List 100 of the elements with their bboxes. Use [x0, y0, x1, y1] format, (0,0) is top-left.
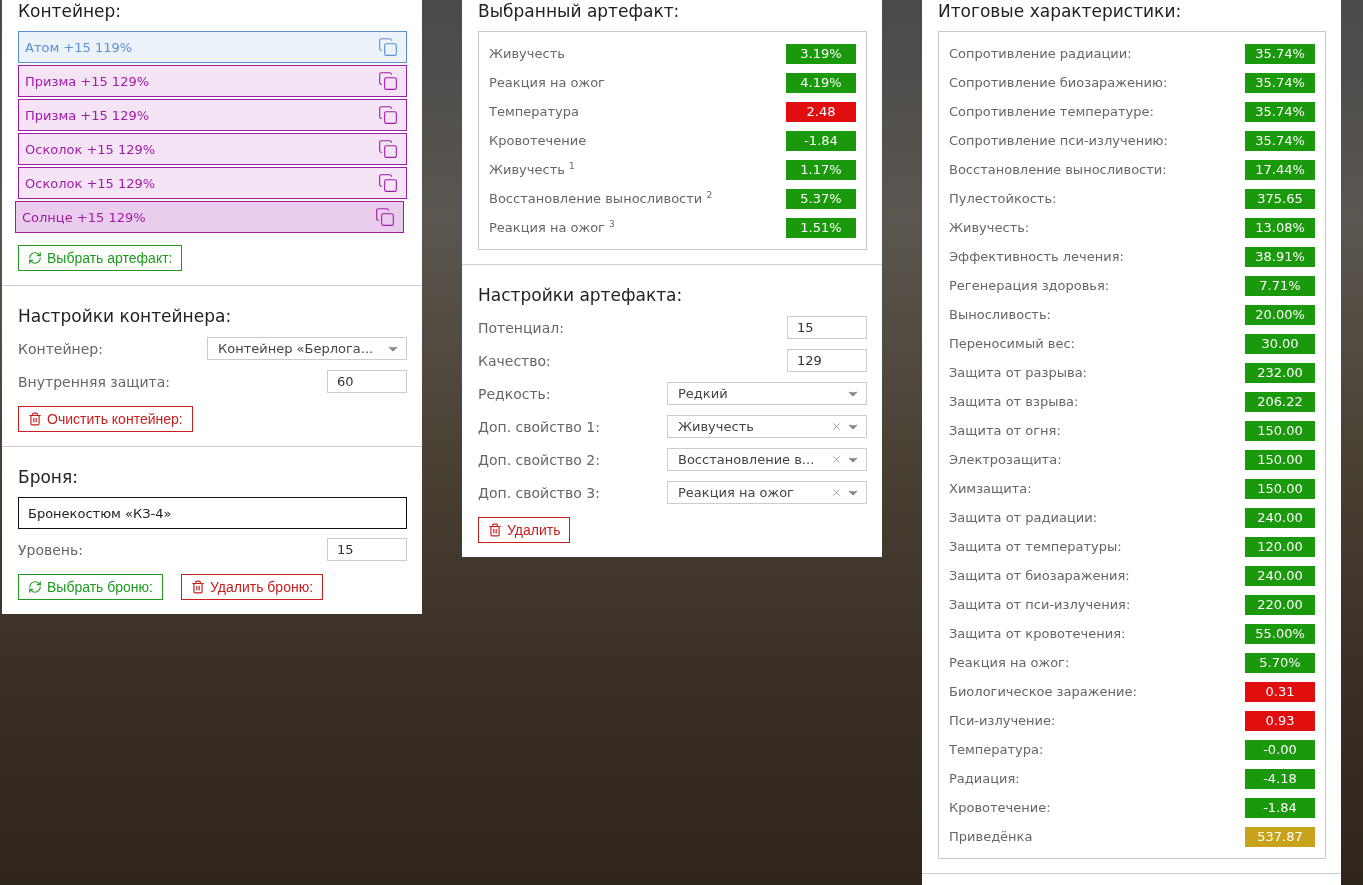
- select-button[interactable]: Выбрать артефакт:: [18, 245, 183, 271]
- stat-label: Сопротивление радиации:: [949, 46, 1132, 61]
- clear-icon[interactable]: [831, 487, 842, 498]
- stat-label: Биологическое заражение:: [949, 684, 1137, 699]
- stat-label: Сопротивление температуре:: [949, 104, 1154, 119]
- stat-label: Кровотечение: [489, 133, 587, 148]
- field-label: Доп. свойство 2:: [478, 451, 600, 468]
- stat-value: -4.18: [1245, 768, 1315, 789]
- trash-icon: [191, 580, 205, 594]
- field-label: Уровень:: [18, 541, 83, 558]
- clear-icon[interactable]: [831, 421, 842, 432]
- clear-icon[interactable]: [831, 454, 842, 465]
- copy-icon[interactable]: [378, 105, 398, 125]
- stat-label: Регенерация здоровья:: [949, 278, 1110, 293]
- section-title: Выбранный артефакт:: [478, 1, 681, 21]
- stat-label: Реакция на ожог $^{3}$: [489, 219, 615, 236]
- stat-label: Пси-излучение:: [949, 713, 1056, 728]
- artifact-label: Осколок +15 129%: [25, 175, 156, 191]
- copy-icon[interactable]: [378, 173, 398, 193]
- refresh-icon: [28, 580, 42, 594]
- artifact-item[interactable]: Призма +15 129%: [18, 65, 407, 97]
- number-field[interactable]: 129: [787, 349, 867, 372]
- stat-value: 7.71%: [1245, 275, 1315, 296]
- stat-value: 537.87: [1245, 826, 1315, 847]
- stat-value: 240.00: [1245, 565, 1315, 586]
- artifact-label: Солнце +15 129%: [22, 209, 146, 225]
- copy-icon[interactable]: [375, 207, 395, 227]
- stat-label: Восстановление выносливости $^{2}$: [489, 190, 713, 207]
- number-field[interactable]: 60: [327, 370, 407, 393]
- section-title: Настройки контейнера:: [18, 306, 233, 326]
- stat-label: Приведёнка: [949, 829, 1033, 844]
- delete-button[interactable]: Удалить броню:: [181, 574, 324, 600]
- copy-icon[interactable]: [378, 37, 398, 57]
- stat-value: 35.74%: [1245, 43, 1315, 64]
- stat-value: 0.31: [1245, 681, 1315, 702]
- stat-value: 2.48: [786, 101, 856, 122]
- stat-value: 1.51%: [786, 217, 856, 238]
- section-title: Броня:: [18, 467, 79, 487]
- section-title: Настройки артефакта:: [478, 285, 684, 305]
- stat-value: -0.00: [1245, 739, 1315, 760]
- dropdown[interactable]: Восстановление в...: [667, 448, 867, 471]
- stat-value: 206.22: [1245, 391, 1315, 412]
- artifact-label: Осколок +15 129%: [25, 141, 156, 157]
- stat-value: 3.19%: [786, 43, 856, 64]
- number-field[interactable]: 15: [787, 316, 867, 339]
- artifact-label: Призма +15 129%: [25, 107, 150, 123]
- stat-value: 5.37%: [786, 188, 856, 209]
- number-field[interactable]: 15: [327, 538, 407, 561]
- stat-label: Защита от разрыва:: [949, 365, 1087, 380]
- dropdown[interactable]: Живучесть: [667, 415, 867, 438]
- stat-value: -1.84: [786, 130, 856, 151]
- field-label: Потенциал:: [478, 319, 564, 336]
- artifact-item[interactable]: Осколок +15 129%: [18, 167, 407, 199]
- stat-label: Живучесть:: [949, 220, 1030, 235]
- field-label: Доп. свойство 3:: [478, 484, 600, 501]
- stat-value: 375.65: [1245, 188, 1315, 209]
- stat-label: Живучесть $^{1}$: [489, 161, 575, 178]
- stat-value: 55.00%: [1245, 623, 1315, 644]
- stat-value: 17.44%: [1245, 159, 1315, 180]
- stat-label: Защита от температуры:: [949, 539, 1122, 554]
- stat-label: Восстановление выносливости:: [949, 162, 1167, 177]
- stat-label: Кровотечение:: [949, 800, 1051, 815]
- artifact-label: Атом +15 119%: [25, 39, 133, 55]
- stat-label: Эффективность лечения:: [949, 249, 1124, 264]
- stat-value: 35.74%: [1245, 101, 1315, 122]
- copy-icon[interactable]: [378, 139, 398, 159]
- stat-value: 1.17%: [786, 159, 856, 180]
- field-label: Качество:: [478, 352, 551, 369]
- field-label: Редкость:: [478, 385, 551, 402]
- artifact-item[interactable]: Осколок +15 129%: [18, 133, 407, 165]
- copy-icon[interactable]: [378, 71, 398, 91]
- field-label: Внутренняя защита:: [18, 373, 171, 390]
- stat-label: Выносливость:: [949, 307, 1051, 322]
- stat-label: Защита от кровотечения:: [949, 626, 1126, 641]
- select-button[interactable]: Выбрать броню:: [18, 574, 163, 600]
- stat-label: Электрозащита:: [949, 452, 1062, 467]
- section-title: Контейнер:: [18, 1, 123, 21]
- stat-value: 150.00: [1245, 478, 1315, 499]
- armor-field[interactable]: Бронекостюм «КЗ-4»: [18, 497, 407, 529]
- stat-value: 232.00: [1245, 362, 1315, 383]
- artifact-item[interactable]: Атом +15 119%: [18, 31, 407, 63]
- stat-value: 20.00%: [1245, 304, 1315, 325]
- stat-value: 120.00: [1245, 536, 1315, 557]
- artifact-label: Призма +15 129%: [25, 73, 150, 89]
- stat-label: Температура: [489, 104, 579, 119]
- delete-button[interactable]: Удалить: [478, 517, 571, 543]
- dropdown[interactable]: Контейнер «Берлога...: [207, 337, 407, 360]
- stat-label: Защита от биозаражения:: [949, 568, 1130, 583]
- stat-value: -1.84: [1245, 797, 1315, 818]
- stat-value: 150.00: [1245, 449, 1315, 470]
- stat-label: Защита от огня:: [949, 423, 1061, 438]
- stat-value: 0.93: [1245, 710, 1315, 731]
- section-title: Итоговые характеристики:: [938, 1, 1183, 21]
- delete-button[interactable]: Очистить контейнер:: [18, 406, 193, 432]
- stat-label: Сопротивление пси-излучению:: [949, 133, 1168, 148]
- artifact-item[interactable]: Солнце +15 129%: [15, 201, 404, 233]
- dropdown[interactable]: Редкий: [667, 382, 867, 405]
- dropdown[interactable]: Реакция на ожог: [667, 481, 867, 504]
- stat-label: Сопротивление биозаражению:: [949, 75, 1168, 90]
- artifact-item[interactable]: Призма +15 129%: [18, 99, 407, 131]
